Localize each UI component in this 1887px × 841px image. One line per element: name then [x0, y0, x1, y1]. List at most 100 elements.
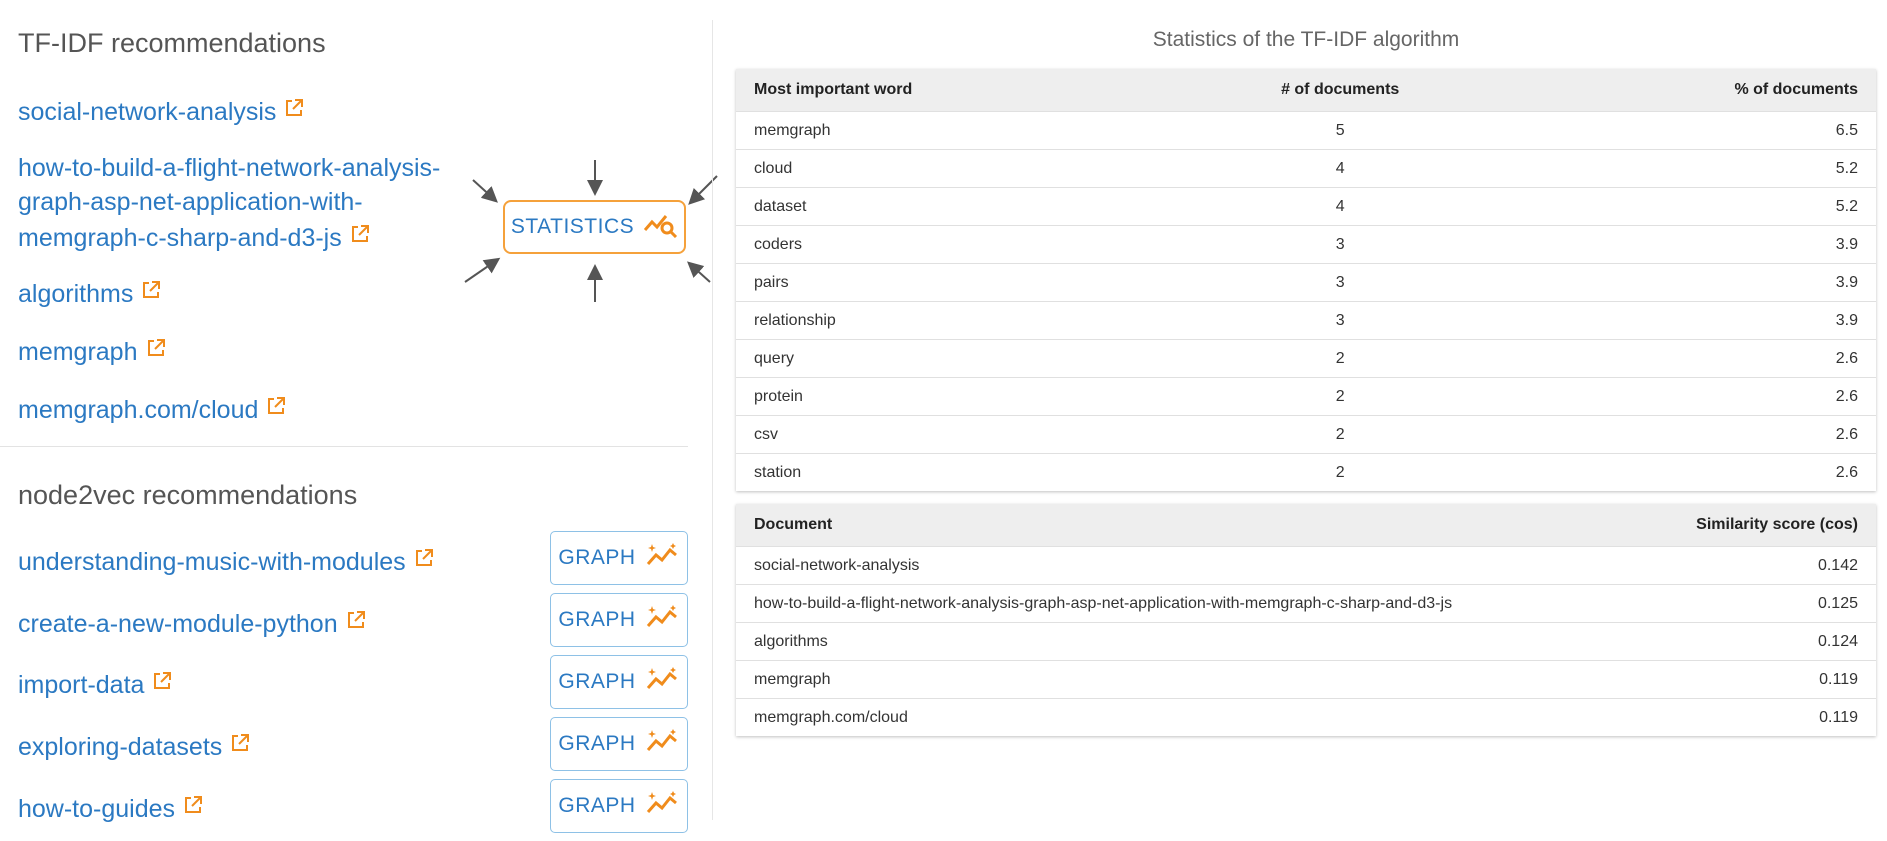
- graph-button-label: GRAPH: [558, 732, 636, 755]
- graph-button-label: GRAPH: [558, 546, 636, 569]
- percent-cell: 5.2: [1533, 187, 1876, 226]
- count-cell: 2: [1146, 415, 1534, 454]
- tfidf-link-5[interactable]: memgraph.com/cloud: [18, 391, 286, 427]
- word-cell: protein: [736, 377, 1147, 416]
- table-header-row: Document Similarity score (cos): [736, 504, 1876, 547]
- count-cell: 4: [1146, 187, 1534, 226]
- word-cell: coders: [736, 225, 1147, 264]
- graph-button-3[interactable]: GRAPH: [550, 655, 688, 709]
- link-label: algorithms: [18, 280, 134, 308]
- count-cell: 3: [1146, 225, 1534, 264]
- table-row: query 2 2.6: [736, 339, 1876, 378]
- node2vec-title: node2vec recommendations: [18, 480, 358, 510]
- graph-button-2[interactable]: GRAPH: [550, 593, 688, 647]
- link-label: understanding-music-with-modules: [18, 548, 406, 576]
- link-label: memgraph.com/cloud: [18, 396, 259, 424]
- col-header-doc-count: # of documents: [1146, 69, 1534, 112]
- similarity-cell: 0.119: [1648, 698, 1876, 736]
- percent-cell: 2.6: [1533, 415, 1876, 454]
- graph-button-4[interactable]: GRAPH: [550, 717, 688, 771]
- percent-cell: 2.6: [1533, 339, 1876, 378]
- node2vec-link-1[interactable]: understanding-music-with-modules: [18, 543, 434, 579]
- link-label: memgraph: [18, 338, 138, 366]
- col-header-similarity: Similarity score (cos): [1648, 504, 1876, 547]
- graph-button-5[interactable]: GRAPH: [550, 779, 688, 833]
- link-label: exploring-datasets: [18, 733, 223, 761]
- table-row: pairs 3 3.9: [736, 263, 1876, 302]
- percent-cell: 5.2: [1533, 149, 1876, 188]
- percent-cell: 3.9: [1533, 225, 1876, 264]
- count-cell: 3: [1146, 263, 1534, 302]
- sparkle-chart-icon: [646, 728, 680, 760]
- document-cell: how-to-build-a-flight-network-analysis-g…: [736, 584, 1648, 623]
- node2vec-link-3[interactable]: import-data: [18, 666, 172, 702]
- external-link-icon: [414, 543, 434, 577]
- sparkle-chart-icon: [646, 542, 680, 574]
- percent-cell: 3.9: [1533, 263, 1876, 302]
- table-row: dataset 4 5.2: [736, 187, 1876, 226]
- link-label: import-data: [18, 671, 145, 699]
- document-cell: social-network-analysis: [736, 546, 1648, 585]
- statistics-title: Statistics of the TF-IDF algorithm: [1152, 28, 1460, 51]
- link-label: how-to-build-a-flight-network-analysis-g…: [18, 154, 441, 253]
- link-label: social-network-analysis: [18, 98, 277, 126]
- external-link-icon: [230, 728, 250, 762]
- graph-button-label: GRAPH: [558, 794, 636, 817]
- tfidf-link-3[interactable]: algorithms: [18, 275, 161, 311]
- graph-button-label: GRAPH: [558, 608, 636, 631]
- link-label: create-a-new-module-python: [18, 610, 338, 638]
- table-row: cloud 4 5.2: [736, 149, 1876, 188]
- table-row: protein 2 2.6: [736, 377, 1876, 416]
- external-link-icon: [152, 666, 172, 700]
- node2vec-link-2[interactable]: create-a-new-module-python: [18, 605, 366, 641]
- table-row: social-network-analysis 0.142: [736, 546, 1876, 585]
- document-cell: memgraph.com/cloud: [736, 698, 1648, 736]
- table-row: how-to-build-a-flight-network-analysis-g…: [736, 584, 1876, 623]
- table-row: memgraph 5 6.5: [736, 111, 1876, 150]
- statistics-button[interactable]: STATISTICS: [503, 200, 686, 254]
- percent-cell: 6.5: [1533, 111, 1876, 150]
- external-link-icon: [350, 219, 370, 253]
- similarity-cell: 0.119: [1648, 660, 1876, 699]
- word-cell: query: [736, 339, 1147, 378]
- similarity-cell: 0.124: [1648, 622, 1876, 661]
- table-row: algorithms 0.124: [736, 622, 1876, 661]
- external-link-icon: [146, 333, 166, 367]
- word-cell: dataset: [736, 187, 1147, 226]
- count-cell: 2: [1146, 339, 1534, 378]
- count-cell: 4: [1146, 149, 1534, 188]
- table-header-row: Most important word # of documents % of …: [736, 69, 1876, 112]
- node2vec-link-4[interactable]: exploring-datasets: [18, 728, 250, 764]
- sparkle-chart-icon: [646, 666, 680, 698]
- tfidf-link-2[interactable]: how-to-build-a-flight-network-analysis-g…: [18, 151, 488, 255]
- word-cell: csv: [736, 415, 1147, 454]
- count-cell: 5: [1146, 111, 1534, 150]
- external-link-icon: [266, 391, 286, 425]
- word-cell: cloud: [736, 149, 1147, 188]
- table-row: relationship 3 3.9: [736, 301, 1876, 340]
- external-link-icon: [284, 93, 304, 127]
- word-cell: station: [736, 453, 1147, 491]
- link-label: how-to-guides: [18, 795, 176, 823]
- col-header-doc-percent: % of documents: [1533, 69, 1876, 112]
- statistics-button-label: STATISTICS: [510, 215, 635, 238]
- recommendations-panel: TF-IDF recommendations social-network-an…: [0, 0, 718, 841]
- graph-button-label: GRAPH: [558, 670, 636, 693]
- external-link-icon: [346, 605, 366, 639]
- word-cell: pairs: [736, 263, 1147, 302]
- word-cell: relationship: [736, 301, 1147, 340]
- count-cell: 3: [1146, 301, 1534, 340]
- col-header-document: Document: [736, 504, 1648, 547]
- external-link-icon: [183, 790, 203, 824]
- tfidf-link-4[interactable]: memgraph: [18, 333, 166, 369]
- percent-cell: 2.6: [1533, 377, 1876, 416]
- col-header-word: Most important word: [736, 69, 1147, 112]
- graph-button-1[interactable]: GRAPH: [550, 531, 688, 585]
- similarity-cell: 0.142: [1648, 546, 1876, 585]
- tfidf-link-1[interactable]: social-network-analysis: [18, 93, 304, 129]
- percent-cell: 3.9: [1533, 301, 1876, 340]
- node2vec-link-5[interactable]: how-to-guides: [18, 790, 203, 826]
- count-cell: 2: [1146, 453, 1534, 491]
- table-row: station 2 2.6: [736, 453, 1876, 491]
- table-row: memgraph.com/cloud 0.119: [736, 698, 1876, 736]
